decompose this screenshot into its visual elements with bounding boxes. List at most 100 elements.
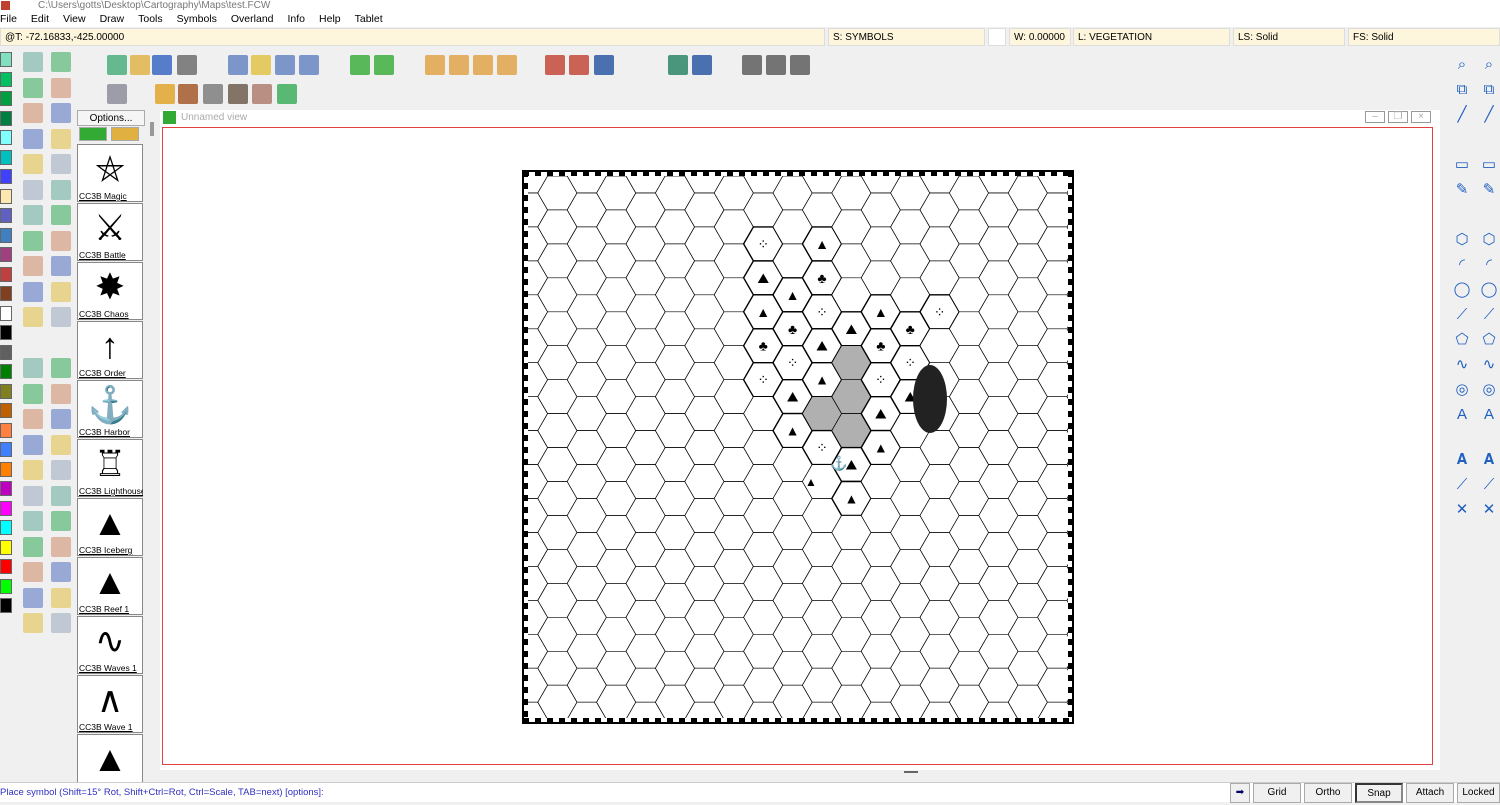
hex-cell[interactable] <box>479 549 518 583</box>
color-swatch[interactable] <box>0 130 12 145</box>
color-swatch[interactable] <box>0 91 12 106</box>
tool-button-icon[interactable] <box>51 434 71 455</box>
tool-button-icon[interactable] <box>23 587 43 608</box>
symbol-item[interactable]: ⚓ CC3B Harbor <box>77 380 143 438</box>
hex-cell[interactable] <box>949 719 988 753</box>
map-canvas[interactable]: ⁘ ⛰ ▲ ♣ ⁘ ▲ ♣ ⁘ ⛰ ▲ ▲ ♣ ⁘ ⛰ ▲ ⁘ ⛰ ⛰ ▲ ▲ ♣ ⁘ ⛰ ▲ ♣ ⁘ ⛰ ⁘ ⚓ ▲ <box>162 127 1433 765</box>
draw-tool-icon[interactable]: ✎ <box>1452 180 1472 200</box>
toolbar-button-icon[interactable] <box>668 55 688 75</box>
hex-cell[interactable] <box>832 719 871 753</box>
draw-tool-icon[interactable]: ▭ <box>1452 155 1472 175</box>
sheet-field[interactable]: S: SYMBOLS <box>828 28 985 46</box>
tool-button-icon[interactable] <box>23 154 43 174</box>
hex-cell[interactable] <box>626 128 665 159</box>
hex-cell[interactable] <box>479 278 518 312</box>
menu-info[interactable]: Info <box>281 11 313 27</box>
tool-button-icon[interactable] <box>51 154 71 174</box>
color-swatch[interactable] <box>0 305 12 321</box>
toolbar-button-icon[interactable] <box>251 55 271 75</box>
color-swatch[interactable] <box>0 520 12 535</box>
draw-tool-icon[interactable]: ⌕ <box>1479 55 1499 75</box>
draw-tool-icon[interactable]: 𝐀 <box>1452 450 1472 470</box>
tool-button-icon[interactable] <box>51 281 71 302</box>
toolbar-button-icon[interactable] <box>177 55 197 75</box>
hex-cell[interactable] <box>479 651 518 685</box>
symbol-item[interactable]: ▲ CC3B Reef 1 <box>77 557 143 615</box>
draw-tool-icon[interactable]: ⬡ <box>1479 230 1499 250</box>
tool-button-icon[interactable] <box>23 128 43 149</box>
hex-cell[interactable] <box>891 753 930 766</box>
hex-cell[interactable] <box>891 719 930 753</box>
tool-button-icon[interactable] <box>51 485 71 506</box>
hex-cell[interactable] <box>861 128 900 159</box>
toolbar-button-icon[interactable] <box>350 55 370 75</box>
hex-cell[interactable] <box>802 128 841 159</box>
tool-button-icon[interactable] <box>23 434 43 455</box>
menu-tablet[interactable]: Tablet <box>348 11 390 27</box>
draw-tool-icon[interactable]: ⬡ <box>1452 230 1472 250</box>
toolbar-button-icon[interactable] <box>277 84 297 104</box>
tool-button-icon[interactable] <box>51 179 71 200</box>
hex-cell[interactable] <box>1038 736 1077 766</box>
hex-cell[interactable] <box>479 176 518 210</box>
color-swatch[interactable] <box>0 52 12 67</box>
toolbar-button-icon[interactable] <box>299 55 319 75</box>
color-swatch[interactable] <box>0 247 12 262</box>
toolbar-button-icon[interactable] <box>545 55 565 75</box>
hex-cell[interactable] <box>1008 753 1047 766</box>
toolbar-button-icon[interactable] <box>425 55 445 75</box>
draw-tool-icon[interactable]: ◎ <box>1479 380 1499 400</box>
symbol-item[interactable]: ▲ CC3B Iceberg <box>77 498 143 556</box>
hex-cell[interactable] <box>714 753 753 766</box>
draw-tool-icon[interactable]: A <box>1479 405 1499 425</box>
tool-button-icon[interactable] <box>51 562 71 582</box>
toolbar-button-icon[interactable] <box>742 55 762 75</box>
tool-button-icon[interactable] <box>23 281 43 302</box>
color-swatch[interactable] <box>0 71 12 87</box>
attach-button[interactable]: Attach <box>1406 783 1454 803</box>
tool-button-icon[interactable] <box>23 562 43 582</box>
tool-button-icon[interactable] <box>51 460 71 480</box>
hex-cell[interactable] <box>626 736 665 766</box>
hex-cell[interactable] <box>685 736 724 766</box>
tool-button-icon[interactable] <box>51 587 71 608</box>
hex-cell[interactable] <box>920 736 959 766</box>
tool-button-icon[interactable] <box>51 77 71 98</box>
toolbar-button-icon[interactable] <box>155 84 175 104</box>
hex-cell[interactable] <box>773 753 812 766</box>
color-swatch[interactable] <box>0 461 12 477</box>
color-swatch[interactable] <box>0 422 12 438</box>
hex-cell[interactable] <box>744 736 783 766</box>
tool-button-icon[interactable] <box>23 307 43 327</box>
toolbar-button-icon[interactable] <box>152 55 172 75</box>
toolbar-button-icon[interactable] <box>203 84 223 104</box>
color-field[interactable] <box>988 28 1006 46</box>
hex-cell[interactable] <box>479 380 518 414</box>
draw-tool-icon[interactable]: A <box>1452 405 1472 425</box>
color-swatch[interactable] <box>0 500 12 516</box>
color-swatch[interactable] <box>0 188 12 204</box>
tool-button-icon[interactable] <box>51 358 71 378</box>
hex-cell[interactable] <box>832 753 871 766</box>
tool-button-icon[interactable] <box>51 307 71 327</box>
toolbar-button-icon[interactable] <box>594 55 614 75</box>
symbol-item[interactable]: ∿ CC3B Waves 1 <box>77 616 143 674</box>
menu-view[interactable]: View <box>56 11 93 27</box>
width-field[interactable]: W: 0.00000 <box>1009 28 1071 46</box>
tool-button-icon[interactable] <box>23 358 43 378</box>
draw-tool-icon[interactable]: ⌕ <box>1452 55 1472 75</box>
draw-tool-icon[interactable]: ◯ <box>1452 280 1472 300</box>
toolbar-button-icon[interactable] <box>107 84 127 104</box>
hex-cell[interactable] <box>479 142 518 176</box>
line-style-field[interactable]: LS: Solid <box>1233 28 1345 46</box>
tool-button-icon[interactable] <box>23 52 43 72</box>
symbol-item[interactable]: ✸ CC3B Chaos <box>77 262 143 320</box>
hex-cell[interactable] <box>597 719 636 753</box>
color-swatch[interactable] <box>0 110 12 126</box>
tool-button-icon[interactable] <box>23 613 43 633</box>
draw-tool-icon[interactable]: ◯ <box>1479 280 1499 300</box>
draw-tool-icon[interactable]: ⬠ <box>1452 330 1472 350</box>
draw-tool-icon[interactable]: ⬠ <box>1479 330 1499 350</box>
tool-button-icon[interactable] <box>51 409 71 429</box>
options-button[interactable]: Options... <box>77 110 145 126</box>
